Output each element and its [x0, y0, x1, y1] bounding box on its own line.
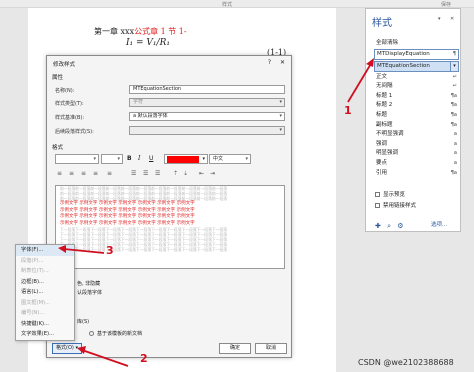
watermark: CSDN @we2102388688 — [358, 358, 454, 367]
arrowhead-3 — [58, 245, 66, 253]
arrowhead-2 — [77, 346, 86, 354]
annotation-arrows — [58, 58, 374, 367]
arrow-1 — [347, 61, 373, 103]
arrow-2 — [81, 349, 129, 367]
annotation-label-1: 1 — [344, 104, 352, 117]
arrow-3 — [63, 248, 105, 254]
annotation-label-3: 3 — [106, 244, 114, 257]
annotation-label-2: 2 — [140, 352, 148, 365]
arrowhead-1 — [366, 58, 374, 67]
